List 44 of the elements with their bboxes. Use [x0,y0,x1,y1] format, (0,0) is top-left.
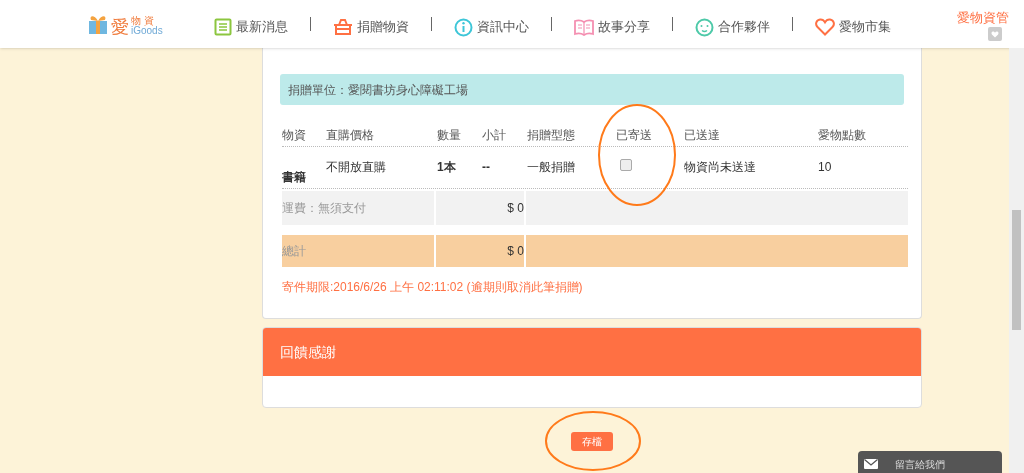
info-icon [454,17,473,37]
nav-link[interactable]: 愛物市集 [815,11,891,37]
contact-label: 留言給我們 [895,457,945,472]
nav-link[interactable]: 資訊中心 [454,11,529,37]
nav-link[interactable]: 捐贈物資 [333,11,409,37]
column-header: 愛物點數 [818,126,867,144]
logo-subtitle: 物 資 [131,16,154,26]
table-cell-text: 物資尚未送達 [684,158,756,176]
feedback-title: 回饋感謝 [280,342,336,362]
nav-link[interactable]: 故事分享 [574,11,650,37]
logo-brand: iGoods [131,26,163,36]
table-cell-text: 一般捐贈 [527,158,575,176]
table-cell-text: 書籍 [282,169,306,186]
smiley-icon [695,17,714,37]
shipping-label: 運費：無須支付 [282,191,436,225]
table-cell-text: 不開放直購 [326,158,386,176]
donor-unit-bar: 捐贈單位：愛閱書坊身心障礙工場 [280,74,904,105]
heart-icon [815,18,835,36]
contact-widget[interactable]: 留言給我們 [858,451,1002,473]
column-header: 捐贈型態 [527,126,576,144]
total-label: 總計 [282,235,436,267]
table-cell-text: 1本 [437,158,456,176]
column-header: 直購價格 [326,126,375,144]
scrollbar-thumb[interactable] [1012,210,1021,330]
basket-icon [333,18,353,36]
table-cell-text: -- [482,158,490,176]
column-header: 已送達 [684,126,721,144]
checkbox[interactable] [620,158,632,171]
column-header: 物資 [282,126,307,144]
total-amount: $ 0 [436,235,526,267]
table-cell-text: 10 [818,158,832,176]
deadline-notice: 寄件期限:2016/6/26 上午 02:11:02 (逾期則取消此筆捐贈) [282,279,584,296]
column-header: 已寄送 [616,126,653,144]
column-header: 數量 [437,126,462,144]
nav-link[interactable]: 合作夥伴 [695,11,770,37]
nav-link[interactable]: 最新消息 [214,11,288,37]
heart-badge-icon [988,27,1002,41]
mail-icon [864,459,878,469]
list-icon [214,18,232,36]
scrollbar[interactable] [1009,48,1024,473]
column-header: 小計 [482,126,507,144]
logo-mark: 愛 [111,18,129,36]
shipping-amount: $ 0 [436,191,526,225]
book-icon [574,18,594,36]
